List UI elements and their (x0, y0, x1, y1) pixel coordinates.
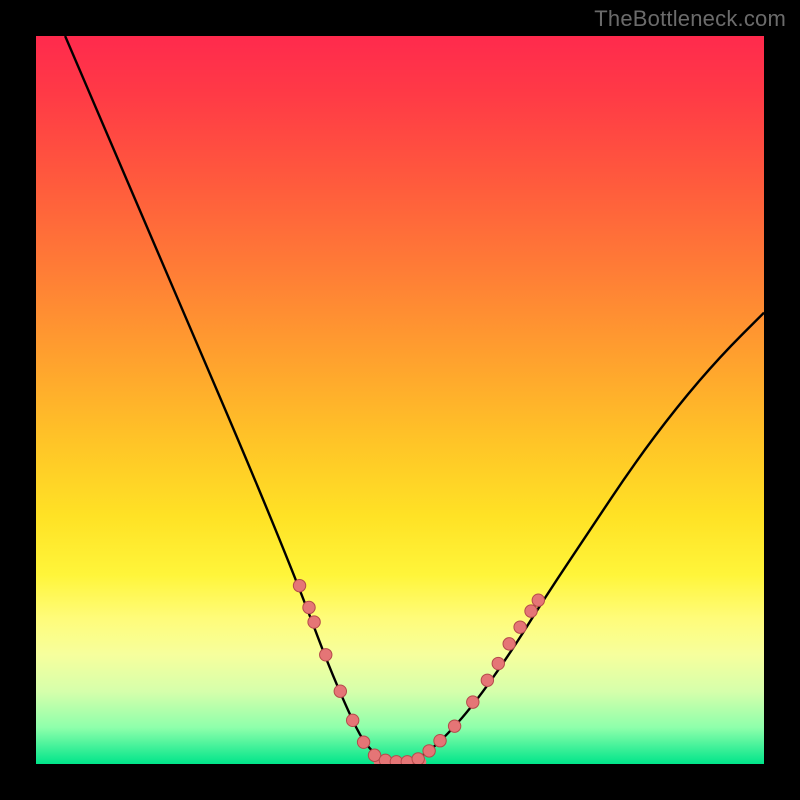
curve-dot (532, 594, 544, 606)
curve-dot (334, 685, 346, 697)
curve-dot (434, 735, 446, 747)
curve-dot (357, 736, 369, 748)
curve-dot (293, 579, 305, 591)
curve-dot (412, 753, 424, 764)
curve-dot (525, 605, 537, 617)
curve-dot (448, 720, 460, 732)
chart-overlay (36, 36, 764, 764)
curve-dot (346, 714, 358, 726)
curve-dot (514, 621, 526, 633)
curve-dot (423, 745, 435, 757)
curve-dot (303, 601, 315, 613)
curve-dot (503, 638, 515, 650)
curve-dot (481, 674, 493, 686)
chart-frame: TheBottleneck.com (0, 0, 800, 800)
bottleneck-curve (65, 36, 764, 763)
watermark-text: TheBottleneck.com (594, 6, 786, 32)
curve-dot (320, 649, 332, 661)
curve-dot (467, 696, 479, 708)
curve-dot (492, 657, 504, 669)
curve-dot (308, 616, 320, 628)
